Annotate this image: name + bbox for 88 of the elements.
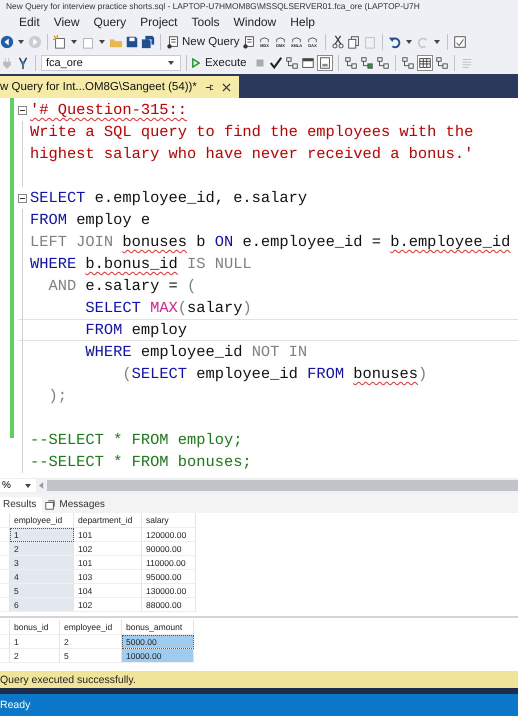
code-line: highest salary who have never received a bonus.' [30, 145, 474, 163]
cut-icon[interactable] [330, 35, 345, 49]
code-line: SELECT e.employee_id, e.salary [30, 189, 308, 207]
new-query-button[interactable]: New Query [182, 36, 240, 48]
table-cell[interactable]: 90000.00 [142, 542, 196, 556]
menu-item[interactable]: Project [133, 15, 185, 29]
collapse-icon[interactable] [18, 106, 27, 114]
caret-icon [25, 484, 31, 488]
caret-icon[interactable] [18, 40, 24, 44]
collapse-icon[interactable] [18, 194, 27, 202]
caret-icon[interactable] [99, 40, 105, 44]
menu-item[interactable]: Tools [184, 15, 227, 29]
code-line: AND e.salary = ( [47, 277, 196, 295]
database-dropdown[interactable]: fca_ore [41, 55, 181, 71]
code-line: ); [47, 387, 67, 405]
table-cell[interactable]: 2 [10, 649, 60, 663]
diagram-icon[interactable] [284, 56, 299, 70]
results-tab[interactable]: Results [0, 497, 42, 513]
code-line: WHERE employee_id NOT IN [84, 343, 308, 361]
window-title: New Query for interview practice shorts.sql - LAPTOP-U7HMOM8G\MSSQLSERVER01.fca_ore (LAPTOP-U7H [6, 1, 420, 11]
menu-item[interactable]: View [46, 15, 86, 29]
code-line: Write a SQL query to find the employees with the [30, 123, 474, 141]
cube-icon [259, 36, 270, 42]
copy-icon[interactable] [346, 35, 361, 49]
window-icon[interactable] [300, 56, 315, 70]
table-cell[interactable]: 1 [10, 635, 60, 649]
diagram-icon[interactable] [344, 56, 358, 70]
caret-icon[interactable] [71, 40, 77, 44]
code-line: FROM employ e [30, 211, 150, 229]
column-header[interactable]: employee_id [60, 620, 122, 635]
menu-item[interactable]: Help [283, 15, 322, 29]
undo-icon[interactable] [388, 35, 402, 49]
table-cell[interactable]: 101 [74, 556, 142, 570]
status-text: Ready [0, 699, 30, 711]
table-cell[interactable]: 101 [74, 528, 142, 542]
execute-button[interactable]: Execute [192, 57, 247, 69]
code-line: --SELECT * FROM bonuses; [30, 453, 252, 471]
table-cell[interactable]: 103 [74, 570, 142, 584]
cube-icon [275, 36, 286, 42]
code-line: (SELECT employee_id FROM bonuses) [121, 365, 428, 383]
column-header[interactable]: salary [142, 513, 196, 528]
cube-icon [291, 36, 302, 42]
table-cell[interactable]: 104 [74, 584, 142, 598]
code-editor[interactable] [0, 98, 518, 478]
table-cell[interactable]: 120000.00 [142, 528, 196, 542]
cube-icon [307, 36, 318, 42]
menu-item[interactable]: Window [226, 15, 284, 29]
save-icon[interactable] [125, 35, 139, 49]
new-project-icon[interactable] [53, 35, 67, 49]
caret-icon[interactable] [406, 40, 412, 44]
grid-icon[interactable] [316, 55, 333, 71]
column-header[interactable]: bonus_id [10, 620, 60, 635]
table-icon[interactable] [416, 55, 433, 71]
pin-icon[interactable] [204, 82, 214, 92]
code-line: SELECT MAX(salary) [84, 299, 252, 317]
table-cell[interactable]: 110000.00 [142, 556, 196, 570]
table-cell[interactable]: 10000.00 [122, 649, 194, 663]
window-icon[interactable] [452, 35, 467, 49]
plug-icon[interactable] [16, 56, 30, 70]
save-all-icon[interactable] [141, 35, 155, 49]
message-icon [45, 500, 56, 510]
diagram-icon[interactable] [360, 56, 374, 70]
caret-icon [168, 61, 174, 65]
table-cell[interactable]: 102 [74, 598, 142, 612]
table-cell[interactable]: 102 [74, 542, 142, 556]
scrollbar[interactable] [47, 480, 518, 491]
menu-item[interactable]: Edit [12, 15, 47, 29]
column-header[interactable]: department_id [74, 513, 142, 528]
code-line: LEFT JOIN bonuses b ON e.employee_id = b.employee_id [30, 233, 510, 251]
status-message: Query executed successfully. [0, 674, 136, 686]
zoom-dropdown[interactable]: % [0, 479, 36, 492]
code-line: --SELECT * FROM employ; [30, 431, 242, 449]
table-cell[interactable]: 88000.00 [142, 598, 196, 612]
check-icon[interactable] [268, 56, 283, 70]
code-line: WHERE b.bonus_id IS NULL [30, 255, 252, 273]
code-line: FROM employ [84, 321, 188, 339]
table-cell[interactable]: 130000.00 [142, 584, 196, 598]
diagram-icon[interactable] [376, 56, 390, 70]
back-icon[interactable] [0, 35, 14, 49]
code-line: '# Question-315:: [30, 101, 188, 119]
results-tab[interactable]: Messages [42, 497, 111, 513]
table-cell[interactable]: 95000.00 [142, 570, 196, 584]
menu-item[interactable]: Query [86, 15, 134, 29]
close-icon[interactable] [222, 82, 231, 92]
table-cell[interactable]: 5000.00 [122, 635, 194, 649]
document-tab[interactable]: w Query for Int...OM8G\Sangeet (54))* [0, 76, 239, 98]
caret-icon[interactable] [434, 40, 440, 44]
play-icon [192, 58, 200, 68]
